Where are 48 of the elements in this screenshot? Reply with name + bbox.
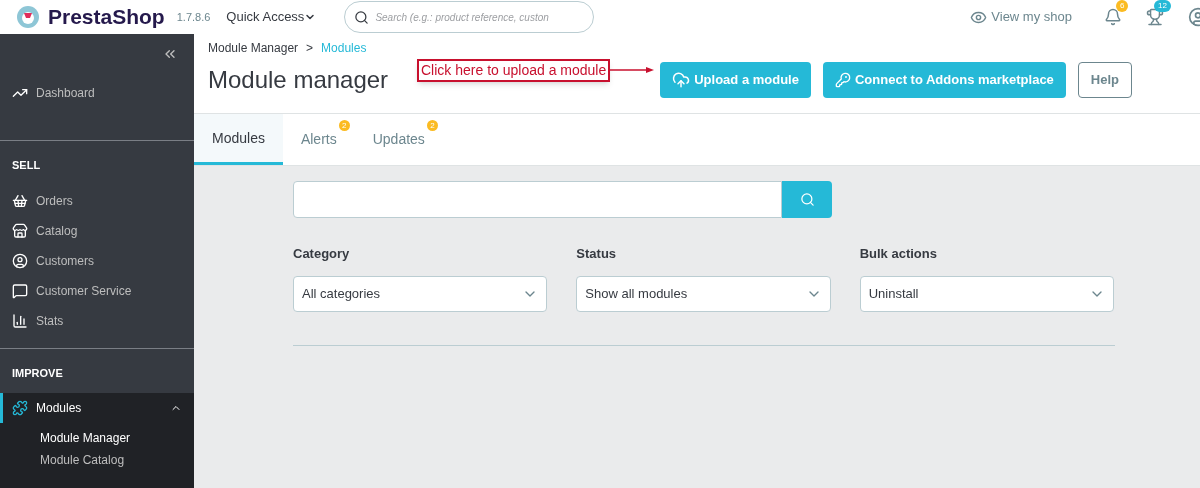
chat-icon: [12, 282, 28, 299]
section-title: SELL: [11, 158, 42, 173]
version-text: 1.7.8.6: [176, 9, 211, 25]
filter-label: Bulk actions: [859, 245, 938, 263]
search-icon: [799, 192, 815, 207]
annotation-arrow: [610, 66, 655, 74]
notification-count: 6: [1116, 0, 1129, 12]
submenu-item[interactable]: Module Manager: [0, 427, 194, 449]
annotation-callout: Click here to upload a module: [417, 58, 611, 82]
key-icon: [834, 72, 851, 88]
nav-item[interactable]: Modules: [0, 393, 194, 423]
nav-item[interactable]: Customers: [0, 245, 194, 276]
basket-icon: [12, 192, 28, 209]
submenu-item[interactable]: Module Catalog: [0, 449, 194, 471]
nav-item[interactable]: Catalog: [0, 215, 194, 246]
tab[interactable]: Modules: [194, 114, 283, 165]
logo-icon: [16, 5, 40, 29]
tab[interactable]: Alerts 2: [282, 114, 355, 165]
notification-icon[interactable]: [1104, 8, 1122, 26]
filter-label: Category: [293, 245, 351, 263]
filter-select[interactable]: All categories: [293, 275, 548, 312]
tab[interactable]: Updates 2: [354, 114, 443, 165]
section-title: IMPROVE: [11, 365, 64, 381]
view-shop-link[interactable]: View my shop: [970, 7, 1072, 27]
filter-label: Status: [576, 245, 618, 263]
filter-select[interactable]: Show all modules: [576, 275, 831, 312]
quick-access-button[interactable]: Quick Access: [226, 7, 317, 27]
nav-item[interactable]: Customer Service: [0, 275, 194, 306]
logo-text[interactable]: PrestaShop: [48, 1, 165, 33]
tab-badge: 2: [426, 120, 438, 131]
filter-select[interactable]: Uninstall: [859, 275, 1114, 312]
nav-item[interactable]: Stats: [0, 305, 194, 336]
puzzle-icon: [12, 400, 28, 416]
nav-item[interactable]: Orders: [0, 185, 194, 216]
breadcrumb-separator: >: [306, 40, 314, 57]
upload-icon: [672, 71, 691, 89]
trophy-count: 12: [1154, 0, 1171, 12]
module-search-field[interactable]: [293, 181, 782, 218]
chart-icon: [12, 312, 28, 329]
tab-badge: 2: [338, 120, 350, 131]
help-button[interactable]: Help: [1077, 62, 1133, 98]
nav-item[interactable]: Dashboard: [0, 78, 194, 108]
search-field[interactable]: Search (e.g.: product reference, custon: [344, 1, 595, 33]
store-icon: [12, 222, 28, 239]
search-icon: [354, 10, 370, 25]
page-title: Module manager: [208, 65, 390, 95]
user-icon: [12, 252, 28, 269]
breadcrumb-link[interactable]: Module Manager: [208, 39, 299, 57]
